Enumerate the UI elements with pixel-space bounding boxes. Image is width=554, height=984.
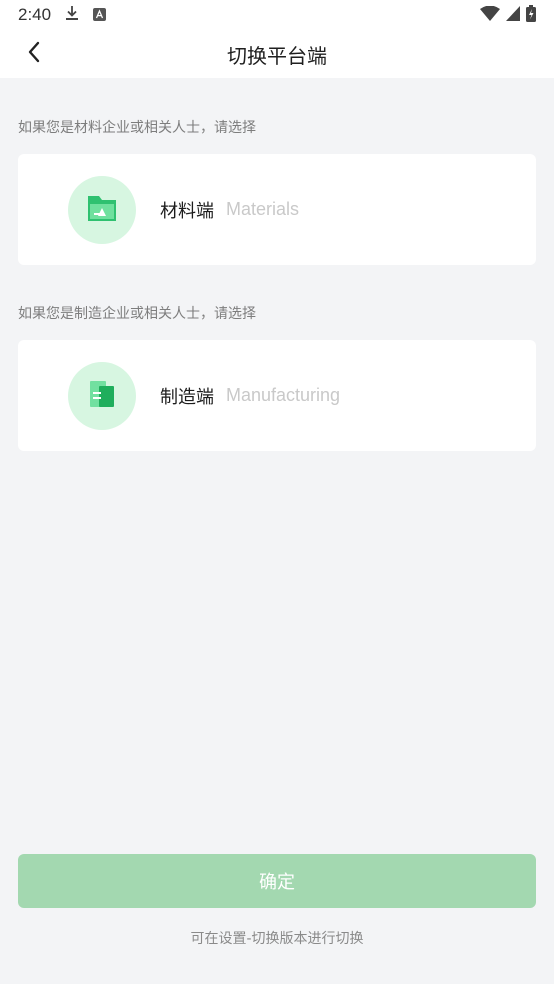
- materials-option-card[interactable]: 材料端 Materials: [18, 154, 536, 265]
- page-title: 切换平台端: [227, 43, 327, 68]
- manufacturing-label: 制造端: [160, 386, 214, 408]
- status-bar: 2:40: [0, 0, 554, 30]
- footer-note: 可在设置-切换版本进行切换: [190, 931, 364, 947]
- status-right: [480, 4, 536, 26]
- back-button[interactable]: [20, 40, 48, 68]
- confirm-button[interactable]: 确定: [18, 854, 536, 908]
- folder-icon: [85, 191, 119, 229]
- chevron-left-icon: [27, 41, 41, 67]
- materials-hint: 如果您是材料企业或相关人士，请选择: [18, 120, 256, 136]
- manufacturing-sublabel: Manufacturing: [226, 385, 341, 405]
- manufacturing-option-card[interactable]: 制造端 Manufacturing: [18, 340, 536, 451]
- status-time: 2:40: [18, 5, 52, 24]
- nav-bar: 切换平台端: [0, 30, 554, 78]
- materials-icon-circle: [68, 175, 136, 244]
- materials-label: 材料端: [160, 200, 214, 222]
- manufacturing-icon-circle: [68, 361, 136, 430]
- font-icon: [93, 6, 107, 25]
- document-icon: [85, 377, 119, 415]
- wifi-icon: [480, 5, 500, 25]
- manufacturing-hint: 如果您是制造企业或相关人士，请选择: [18, 306, 256, 322]
- materials-sublabel: Materials: [226, 199, 300, 219]
- battery-charging-icon: [526, 4, 536, 26]
- status-left: 2:40: [18, 5, 107, 25]
- download-icon: [65, 5, 79, 25]
- signal-icon: [506, 5, 520, 25]
